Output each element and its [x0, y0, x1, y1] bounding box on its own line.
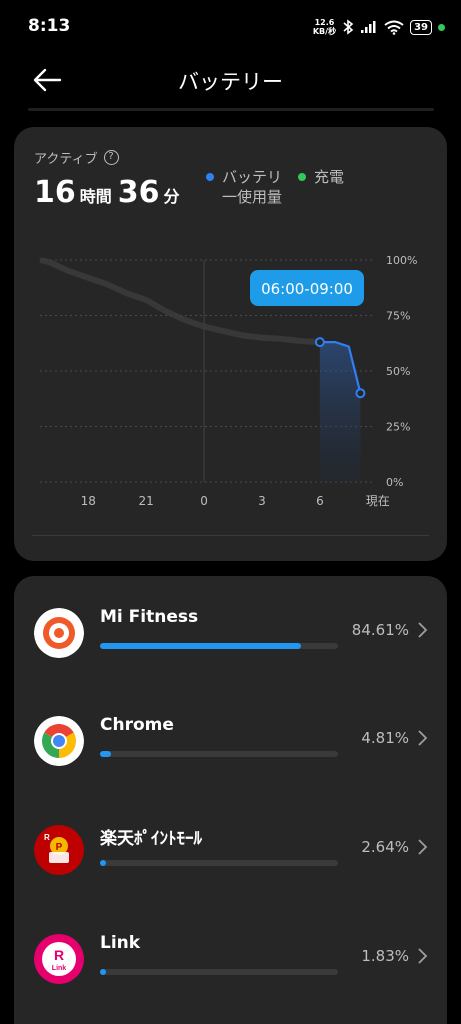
highlight-point	[355, 388, 366, 399]
bluetooth-icon	[343, 19, 354, 35]
cell-signal-icon	[361, 21, 376, 33]
usage-percent: 84.61%	[351, 621, 409, 639]
rakuten-point-mall-icon: P R	[34, 825, 84, 875]
mi-fitness-icon	[34, 608, 84, 658]
network-speed: 12.6 KB/秒	[312, 18, 337, 36]
x-tick-label: 現在	[366, 494, 390, 508]
privacy-dot	[438, 23, 445, 31]
x-tick-label: 21	[139, 494, 154, 508]
chevron-right-icon	[418, 839, 428, 855]
usage-bar-fill	[100, 751, 112, 757]
battery-usage-card: アクティブ ? 16 時間 36 分 バッテリ 一使用量 充電 100% 75% 5…	[14, 127, 447, 561]
rakuten-link-icon: R Link	[34, 934, 84, 984]
status-bar: 8:13 12.6 KB/秒 39	[0, 0, 461, 56]
app-name: Link	[100, 933, 141, 953]
x-tick-label: 3	[258, 494, 266, 508]
y-tick-label: 50%	[386, 365, 410, 378]
usage-percent: 1.83%	[361, 947, 409, 965]
chevron-right-icon	[418, 730, 428, 746]
y-tick-label: 0%	[386, 476, 403, 489]
y-tick-label: 75%	[386, 310, 410, 323]
x-tick-label: 0	[200, 494, 208, 508]
header-divider	[28, 108, 434, 111]
chevron-right-icon	[418, 622, 428, 638]
usage-bar-fill	[100, 969, 107, 975]
svg-text:Link: Link	[52, 965, 66, 972]
tooltip-label: 06:00-09:00	[261, 280, 353, 298]
y-tick-label: 25%	[386, 421, 410, 434]
usage-bar	[100, 643, 338, 649]
app-name: Mi Fitness	[100, 607, 199, 627]
status-time: 8:13	[28, 16, 71, 36]
chrome-icon	[34, 716, 84, 766]
app-row-mi-fitness[interactable]: Mi Fitness 84.61%	[14, 603, 447, 703]
usage-percent: 4.81%	[361, 729, 409, 747]
svg-text:P: P	[56, 842, 63, 853]
app-row-chrome[interactable]: Chrome 4.81%	[14, 711, 447, 811]
chevron-right-icon	[418, 948, 428, 964]
app-usage-card: Mi Fitness 84.61% Chrome 4.81% P R 楽天ﾎﾟｲ…	[14, 576, 447, 1024]
wifi-icon	[384, 20, 404, 35]
app-row-rakuten-point-mall[interactable]: P R 楽天ﾎﾟｲﾝﾄﾓｰﾙ 2.64%	[14, 820, 447, 920]
x-tick-label: 6	[316, 494, 324, 508]
status-icons: 12.6 KB/秒 39	[313, 18, 445, 36]
page-title: バッテリー	[178, 70, 283, 94]
header: バッテリー	[0, 56, 461, 104]
svg-text:R: R	[44, 833, 50, 842]
battery-level-chart[interactable]: 100% 75% 50% 25% 0% 18 21 0 3 6 現在 06:00-09:00	[14, 127, 447, 527]
battery-indicator: 39	[410, 19, 432, 35]
y-tick-label: 100%	[386, 254, 417, 267]
x-tick-label: 18	[81, 494, 96, 508]
app-name: Chrome	[100, 715, 174, 735]
usage-bar	[100, 969, 338, 975]
usage-bar-fill	[100, 860, 107, 866]
highlight-area	[319, 342, 361, 482]
app-name: 楽天ﾎﾟｲﾝﾄﾓｰﾙ	[100, 829, 202, 849]
card-separator	[32, 535, 429, 536]
usage-bar-fill	[100, 643, 302, 649]
usage-percent: 2.64%	[361, 838, 409, 856]
app-row-link[interactable]: R Link Link 1.83%	[14, 929, 447, 1024]
usage-bar	[100, 860, 338, 866]
usage-bar	[100, 751, 338, 757]
svg-text:R: R	[54, 947, 64, 963]
highlight-point	[314, 337, 325, 348]
